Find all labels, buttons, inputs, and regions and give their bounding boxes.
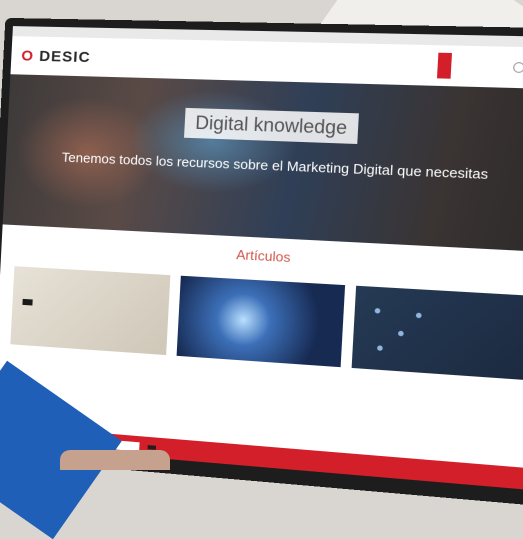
- logo-mark: O: [20, 46, 35, 65]
- logo-text: DESIC: [38, 47, 92, 66]
- network-node-icon: [397, 330, 404, 337]
- article-thumbnail[interactable]: [351, 285, 523, 380]
- search-icon[interactable]: [512, 61, 523, 74]
- article-thumbnail[interactable]: [176, 275, 346, 368]
- network-node-icon: [374, 308, 381, 314]
- network-node-icon: [415, 312, 422, 319]
- hero-title: Digital knowledge: [183, 107, 359, 145]
- thumbnail-caption: [22, 298, 33, 306]
- articles-heading: Artículos: [235, 246, 291, 266]
- hero-photo-network: [126, 87, 301, 198]
- article-card[interactable]: [10, 266, 171, 359]
- site-logo[interactable]: O DESIC: [21, 47, 91, 66]
- hero-banner: Digital knowledge Tenemos todos los recu…: [2, 74, 523, 253]
- article-card[interactable]: [351, 285, 523, 385]
- article-card[interactable]: [176, 275, 346, 372]
- nav-menu: [436, 52, 523, 82]
- nav-item-active[interactable]: [436, 52, 452, 79]
- network-node-icon: [377, 345, 383, 351]
- article-cards: [0, 265, 523, 385]
- article-thumbnail[interactable]: [10, 266, 171, 356]
- foreground-hand: [60, 450, 170, 470]
